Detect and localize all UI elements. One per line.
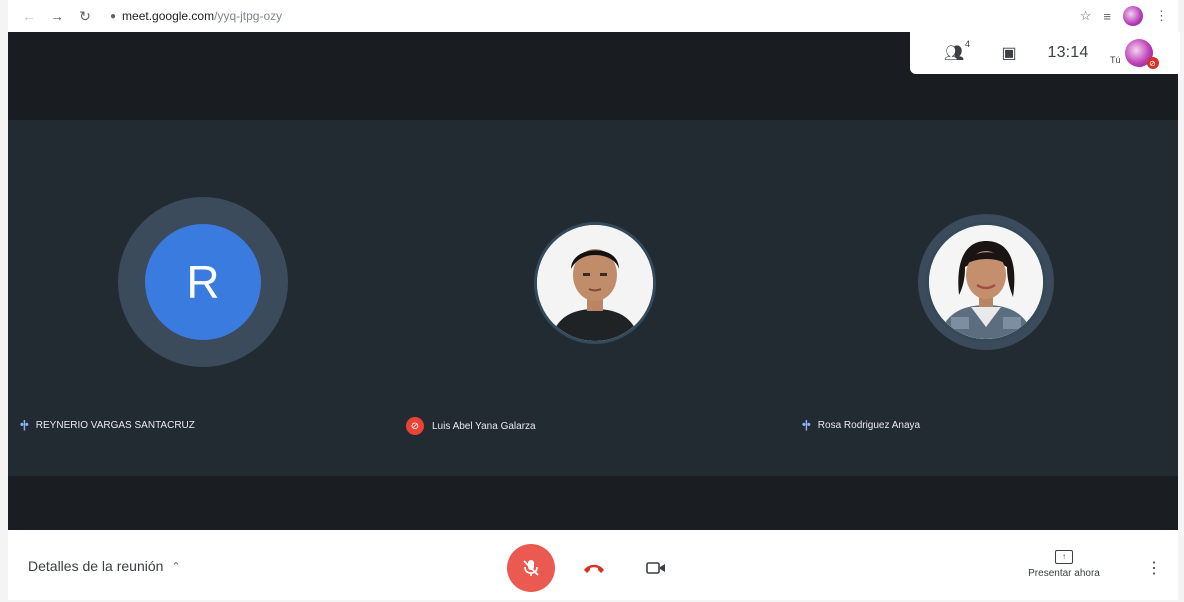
forward-icon[interactable]: → xyxy=(46,5,68,27)
participant-2-photo[interactable] xyxy=(534,222,656,344)
person-photo-icon xyxy=(929,225,1043,339)
hangup-button[interactable] xyxy=(580,554,608,582)
self-preview[interactable]: Tú ⊘ xyxy=(1110,39,1159,69)
present-now-label: Presentar ahora xyxy=(1028,568,1100,579)
chat-icon: ▣ xyxy=(1001,45,1017,62)
video-stage: 👥︎ 4 ▣ 13:14 Tú ⊘ R •|• REYNERIO VARGAS … xyxy=(8,32,1180,530)
participant-3-nametag: •|• Rosa Rodriguez Anaya xyxy=(802,419,920,431)
call-controls-bar: Detalles de la reunión ⌃ ↑ Presentar aho… xyxy=(8,530,1178,600)
media-queue-icon[interactable]: ≡ xyxy=(1103,9,1111,24)
people-icon: 👥︎ xyxy=(943,45,965,62)
stage-bottom-band xyxy=(8,476,1178,530)
star-icon[interactable]: ☆ xyxy=(1080,8,1092,24)
camera-icon xyxy=(646,562,665,574)
reload-icon[interactable]: ↻ xyxy=(74,5,96,27)
participant-3-name: Rosa Rodriguez Anaya xyxy=(817,419,921,431)
camera-toggle-button[interactable] xyxy=(642,554,670,582)
back-icon[interactable]: ← xyxy=(18,5,40,27)
profile-avatar-icon[interactable] xyxy=(1123,6,1143,26)
chat-button[interactable]: ▣ xyxy=(984,43,1034,63)
participant-1-name: REYNERIO VARGAS SANTACRUZ xyxy=(35,419,195,431)
participant-2-nametag: ⊘ Luis Abel Yana Galarza xyxy=(406,417,536,435)
people-button[interactable]: 👥︎ 4 xyxy=(924,39,984,63)
speaking-icon: •|• xyxy=(802,419,811,431)
meeting-clock: 13:14 xyxy=(1047,44,1089,61)
participant-1-avatar[interactable]: R xyxy=(145,224,261,340)
mic-off-icon: ⊘ xyxy=(406,417,424,435)
browser-actions: ☆ ≡ ⋮ xyxy=(1080,6,1168,26)
hangup-icon xyxy=(584,564,604,573)
mic-off-icon xyxy=(523,560,539,576)
url-host: meet.google.com xyxy=(122,9,215,23)
participant-3-photo[interactable] xyxy=(926,222,1046,342)
page: ← → ↻ ● meet.google.com/yyq-jtpg-ozy ☆ ≡… xyxy=(0,0,1184,602)
url-path: /yyq-jtpg-ozy xyxy=(214,9,283,23)
self-mic-off-icon: ⊘ xyxy=(1146,57,1159,69)
participant-1-nametag: •|• REYNERIO VARGAS SANTACRUZ xyxy=(20,419,195,431)
meeting-info-panel: 👥︎ 4 ▣ 13:14 Tú ⊘ xyxy=(910,32,1180,74)
meeting-details-label: Detalles de la reunión xyxy=(28,558,164,574)
lock-icon[interactable]: ● xyxy=(110,11,116,22)
speaking-icon: •|• xyxy=(20,419,29,431)
address-bar[interactable]: meet.google.com/yyq-jtpg-ozy xyxy=(122,9,282,23)
participant-2-name: Luis Abel Yana Galarza xyxy=(432,420,536,432)
participant-count: 4 xyxy=(964,39,970,49)
present-screen-icon: ↑ xyxy=(1055,550,1073,564)
present-now-button[interactable]: ↑ Presentar ahora xyxy=(1014,550,1114,579)
person-photo-icon xyxy=(537,225,653,341)
chevron-up-icon: ⌃ xyxy=(171,560,181,573)
meeting-details-button[interactable]: Detalles de la reunión ⌃ xyxy=(28,558,181,574)
more-options-icon[interactable]: ⋮ xyxy=(1146,558,1162,578)
browser-toolbar: ← → ↻ ● meet.google.com/yyq-jtpg-ozy ☆ ≡… xyxy=(8,0,1178,32)
self-label: Tú xyxy=(1110,55,1121,65)
menu-kebab-icon[interactable]: ⋮ xyxy=(1155,8,1168,24)
mic-toggle-button[interactable] xyxy=(507,544,555,592)
